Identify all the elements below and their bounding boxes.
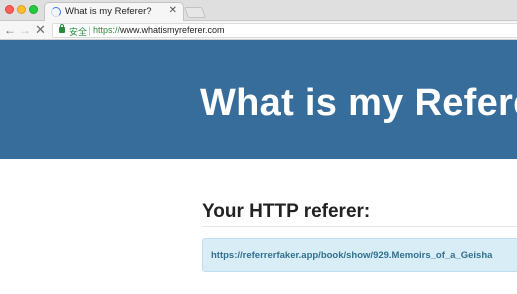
referer-alert-box: https://referrerfaker.app/book/show/929.… xyxy=(202,238,517,272)
url-host: www.whatismyreferer.com xyxy=(120,25,225,35)
back-arrow-icon[interactable]: ← xyxy=(4,22,16,38)
browser-toolbar: ← → ✕ 安全 https://www.whatismyreferer.com xyxy=(0,21,517,40)
tab-strip: What is my Referer? ✕ xyxy=(0,0,517,22)
hero-banner: What is my Referer? xyxy=(0,40,517,159)
hero-title: What is my Referer? xyxy=(200,82,517,124)
lock-icon xyxy=(59,24,65,33)
forward-arrow-icon[interactable]: → xyxy=(19,22,31,38)
loading-spinner-icon xyxy=(51,7,61,17)
address-bar[interactable]: 安全 https://www.whatismyreferer.com xyxy=(52,23,517,38)
minimize-window-button[interactable] xyxy=(17,5,26,14)
heading-divider xyxy=(202,226,517,227)
tab-title: What is my Referer? xyxy=(65,6,152,17)
maximize-window-button[interactable] xyxy=(29,5,38,14)
new-tab-button[interactable] xyxy=(183,7,207,18)
close-window-button[interactable] xyxy=(5,5,14,14)
security-label: 安全 xyxy=(69,27,88,37)
tab-close-icon[interactable]: ✕ xyxy=(169,5,177,16)
stop-loading-icon[interactable]: ✕ xyxy=(35,22,46,38)
referer-heading: Your HTTP referer: xyxy=(202,201,371,222)
tab-active[interactable]: What is my Referer? ✕ xyxy=(44,2,184,22)
url-text: https://www.whatismyreferer.com xyxy=(93,25,225,35)
address-divider xyxy=(89,26,90,36)
referer-value: https://referrerfaker.app/book/show/929.… xyxy=(211,250,493,261)
url-scheme: https:// xyxy=(93,25,121,35)
